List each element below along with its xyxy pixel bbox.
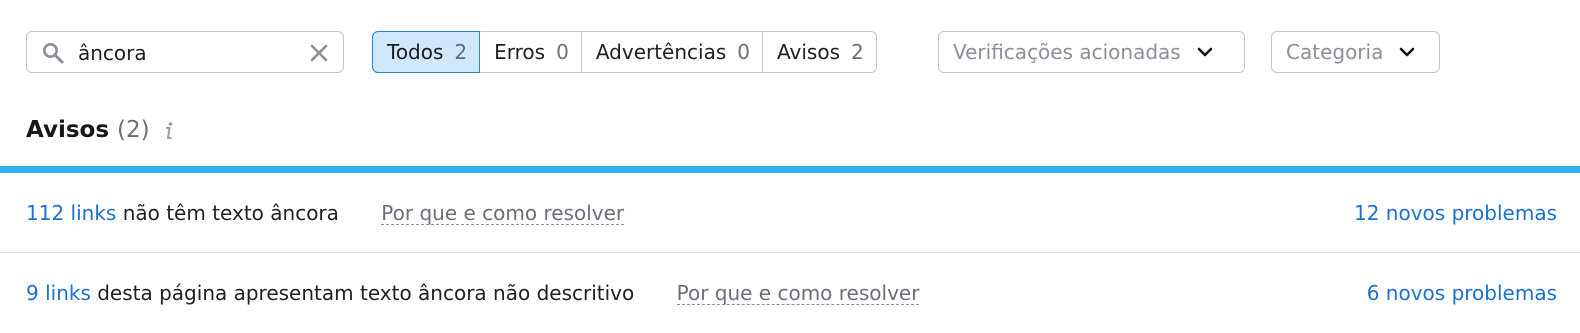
chevron-down-icon <box>1197 47 1213 57</box>
info-icon[interactable] <box>163 118 175 142</box>
issue-text: 9 links desta página apresentam texto ân… <box>26 253 920 333</box>
filter-count: 2 <box>851 40 864 64</box>
close-icon[interactable] <box>309 43 329 63</box>
search-box[interactable]: âncora <box>26 31 344 73</box>
search-icon <box>43 43 64 64</box>
filter-label: Avisos <box>777 40 840 64</box>
filter-todos[interactable]: Todos 2 <box>372 31 481 73</box>
filter-label: Advertências <box>595 40 727 64</box>
issue-text: 112 links não têm texto âncora Por que e… <box>26 173 625 253</box>
category-dropdown-label: Categoria <box>1286 40 1384 64</box>
new-issues-link[interactable]: 6 novos problemas <box>1367 253 1557 333</box>
checks-dropdown-label: Verificações acionadas <box>953 40 1181 64</box>
filter-count: 0 <box>556 40 569 64</box>
filter-label: Todos <box>387 40 444 64</box>
new-issues-link[interactable]: 12 novos problemas <box>1354 173 1557 253</box>
issue-description: desta página apresentam texto âncora não… <box>97 281 635 305</box>
search-input[interactable]: âncora <box>78 32 147 74</box>
issue-row: 112 links não têm texto âncora Por que e… <box>0 173 1580 253</box>
section-heading: Avisos (2) <box>26 112 175 148</box>
issue-links-link[interactable]: 9 links <box>26 281 91 305</box>
filter-advertencias[interactable]: Advertências 0 <box>581 31 764 73</box>
section-title: Avisos <box>26 117 110 143</box>
severity-filter: Todos 2 Erros 0 Advertências 0 Avisos 2 <box>372 31 877 73</box>
filter-count: 0 <box>737 40 751 64</box>
filter-avisos[interactable]: Avisos 2 <box>763 31 877 73</box>
section-divider-bar <box>0 166 1580 173</box>
issue-row: 9 links desta página apresentam texto ân… <box>0 253 1580 333</box>
why-how-fix-link[interactable]: Por que e como resolver <box>676 282 920 305</box>
filter-count: 2 <box>454 40 468 64</box>
issue-links-link[interactable]: 112 links <box>26 201 116 225</box>
why-how-fix-link[interactable]: Por que e como resolver <box>381 202 625 225</box>
filter-erros[interactable]: Erros 0 <box>480 31 582 73</box>
category-dropdown[interactable]: Categoria <box>1271 31 1440 73</box>
section-count: (2) <box>117 117 150 143</box>
checks-dropdown[interactable]: Verificações acionadas <box>938 31 1245 73</box>
chevron-down-icon <box>1400 47 1415 57</box>
issue-description: não têm texto âncora <box>122 201 339 225</box>
filter-label: Erros <box>494 40 546 64</box>
